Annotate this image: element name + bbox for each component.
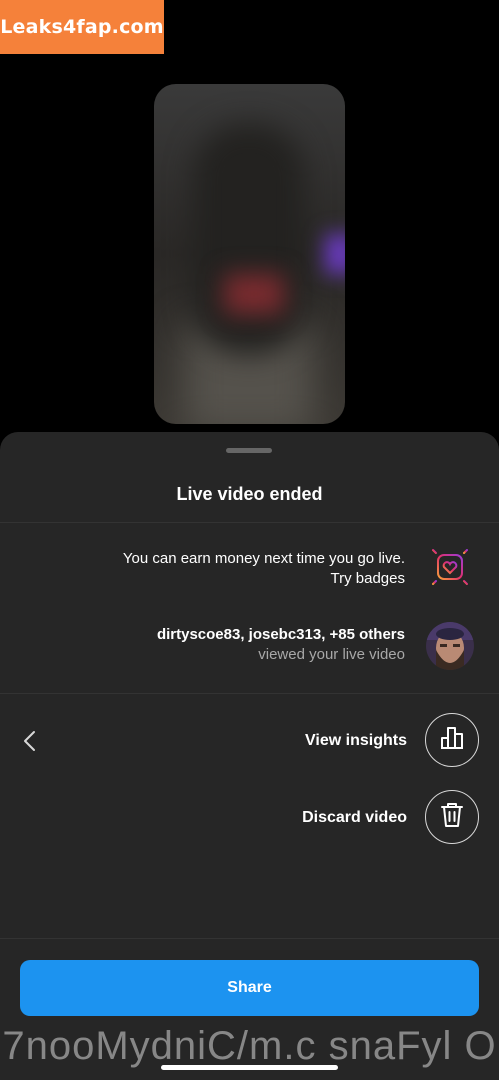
viewers-names: dirtyscoe83, josebc313, +85 others [156,626,405,643]
sheet-title: Live video ended [176,484,323,504]
divider [0,938,499,939]
viewers-summary[interactable]: dirtyscoe83, josebc313, +85 others viewe… [157,625,405,665]
chevron-left-icon[interactable] [20,729,40,758]
home-indicator[interactable] [161,1065,338,1070]
preview-blur [194,124,304,354]
viewers-caption: viewed your live video [258,646,405,663]
discard-video-label: Discard video [302,809,407,826]
divider [0,693,499,694]
sheet-drag-handle[interactable] [226,448,272,453]
share-button[interactable]: Share [20,960,479,1016]
view-insights-label: View insights [305,732,407,749]
preview-blur [224,274,284,314]
discard-video-button[interactable] [425,790,479,844]
preview-blur [325,234,345,274]
watermark-url: 7nooMydniC/m.c snaFyl O [2,1024,497,1068]
badges-promo-line2: Try badges [330,570,405,587]
watermark-text: Leaks4fap.com [0,16,164,38]
badge-gift-icon [423,540,477,594]
badges-promo-text[interactable]: You can earn money next time you go live… [123,549,405,589]
live-video-preview[interactable] [154,84,345,424]
bottom-sheet: Live video ended You can earn money next… [0,432,499,1080]
view-insights-button[interactable] [425,713,479,767]
badges-promo-line1: You can earn money next time you go live… [122,550,405,567]
watermark-logo: Leaks4fap.com [0,0,164,54]
bar-chart-icon [438,724,466,757]
viewer-avatar[interactable] [426,622,474,670]
trash-icon [439,801,465,834]
divider [0,522,499,523]
